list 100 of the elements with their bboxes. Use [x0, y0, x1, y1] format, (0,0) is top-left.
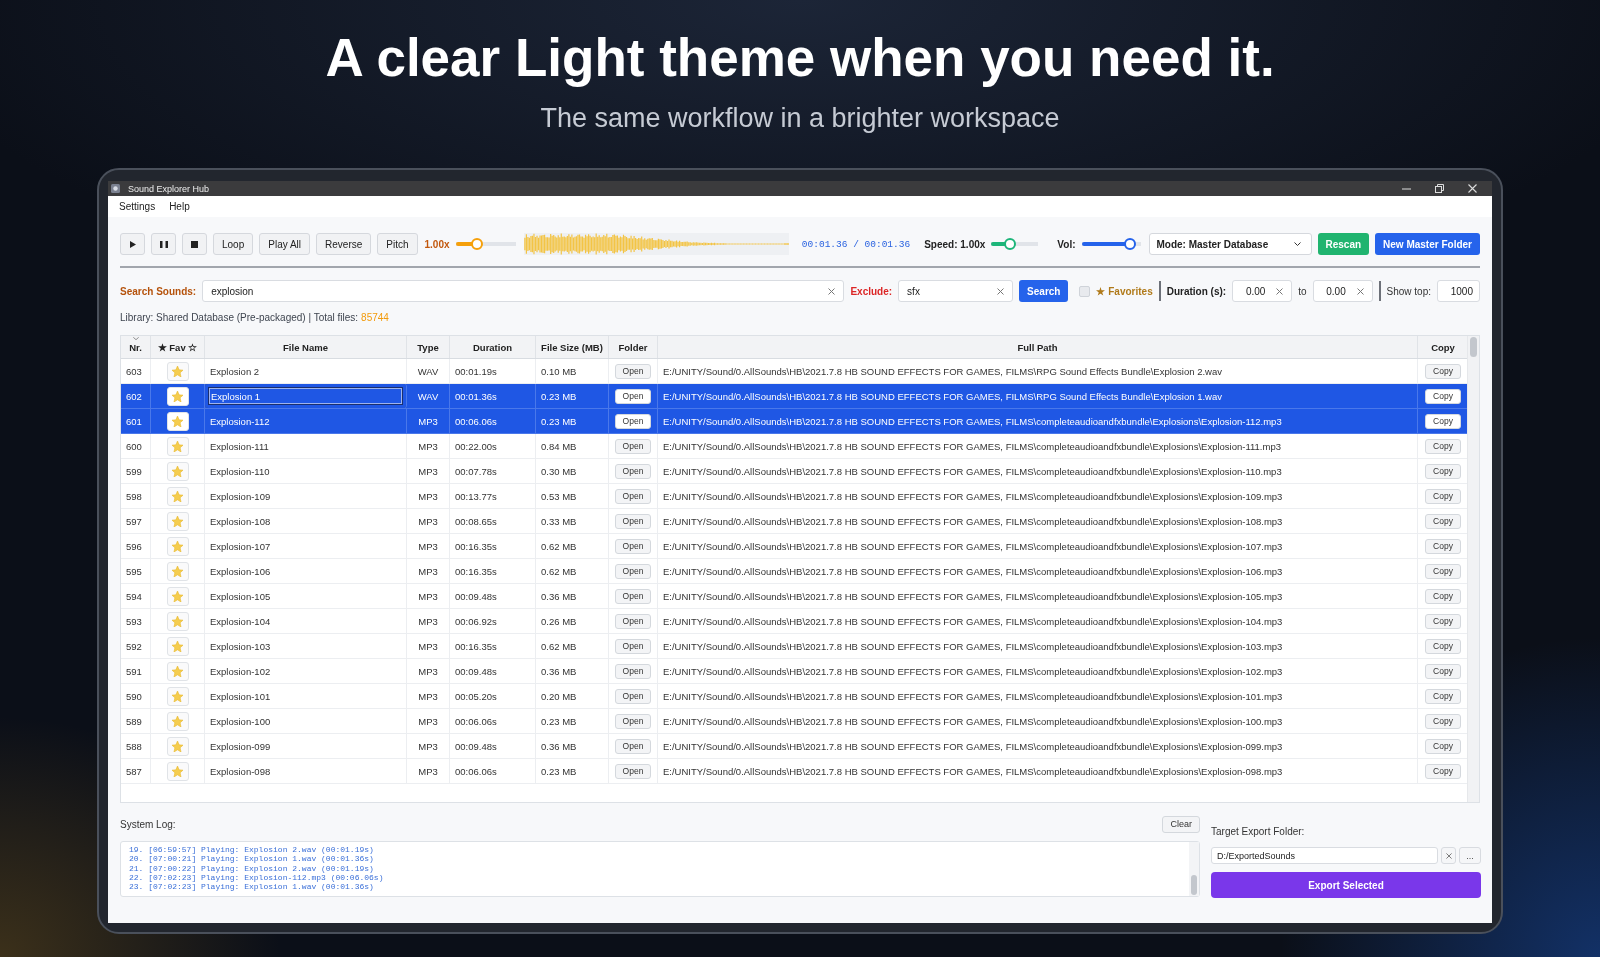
copy-path-button[interactable]: Copy	[1425, 588, 1461, 604]
clear-icon[interactable]	[997, 287, 1005, 295]
open-folder-button[interactable]: Open	[614, 438, 652, 454]
table-row[interactable]: 587 Explosion-098 MP3 00:06.06s 0.23 MB Open E:/UNITY/Sound/0.AllSounds\HB\2021.7.8 HB SOUND EFFECTS FOR GAMES, FILMS\completeaudioandfxbundle\Explosions\Explosion-098.mp3 Copy	[121, 759, 1467, 784]
search-field[interactable]: explosion	[202, 280, 845, 302]
exclude-field[interactable]: sfx	[898, 280, 1014, 302]
toolbar-button[interactable]: Pitch	[377, 233, 418, 255]
copy-path-button[interactable]: Copy	[1425, 638, 1461, 654]
file-name-cell[interactable]: Explosion-110	[205, 459, 407, 483]
favorites-label[interactable]: ★ Favorites	[1096, 285, 1153, 297]
browse-button[interactable]: ...	[1459, 847, 1481, 864]
open-folder-button[interactable]: Open	[614, 488, 652, 504]
open-folder-button[interactable]: Open	[614, 738, 652, 754]
file-name-cell[interactable]: Explosion-099	[205, 734, 407, 758]
file-name-cell[interactable]: Explosion-111	[205, 434, 407, 458]
column-header[interactable]: Full Path	[658, 336, 1418, 358]
table-row[interactable]: 599 Explosion-110 MP3 00:07.78s 0.30 MB Open E:/UNITY/Sound/0.AllSounds\HB\2021.7.8 HB SOUND EFFECTS FOR GAMES, FILMS\completeaudioandfxbundle\Explosions\Explosion-110.mp3 Copy	[121, 459, 1467, 484]
open-folder-button[interactable]: Open	[614, 563, 652, 579]
open-folder-button[interactable]: Open	[614, 463, 652, 479]
table-row[interactable]: 600 Explosion-111 MP3 00:22.00s 0.84 MB Open E:/UNITY/Sound/0.AllSounds\HB\2021.7.8 HB SOUND EFFECTS FOR GAMES, FILMS\completeaudioandfxbundle\Explosions\Explosion-111.mp3 Copy	[121, 434, 1467, 459]
column-header[interactable]: File Name	[205, 336, 407, 358]
file-name-cell[interactable]: Explosion 1	[205, 384, 407, 408]
open-folder-button[interactable]: Open	[614, 663, 652, 679]
clear-icon[interactable]	[1356, 287, 1364, 295]
copy-path-button[interactable]: Copy	[1425, 513, 1461, 529]
file-name-cell[interactable]: Explosion-105	[205, 584, 407, 608]
open-folder-button[interactable]: Open	[614, 613, 652, 629]
search-button[interactable]: Search	[1019, 280, 1069, 302]
export-folder-field[interactable]: D:/ExportedSounds	[1211, 847, 1438, 864]
duration-min-field[interactable]: 0.00	[1232, 280, 1293, 302]
favorite-button[interactable]	[166, 386, 189, 406]
copy-path-button[interactable]: Copy	[1425, 713, 1461, 729]
open-folder-button[interactable]: Open	[614, 588, 652, 604]
slider-thumb[interactable]	[1003, 238, 1016, 250]
menu-item[interactable]: Settings	[119, 201, 156, 212]
copy-path-button[interactable]: Copy	[1425, 413, 1461, 429]
table-row[interactable]: 601 Explosion-112 MP3 00:06.06s 0.23 MB Open E:/UNITY/Sound/0.AllSounds\HB\2021.7.8 HB SOUND EFFECTS FOR GAMES, FILMS\completeaudioandfxbundle\Explosions\Explosion-112.mp3 Copy	[121, 409, 1467, 434]
file-name-cell[interactable]: Explosion-103	[205, 634, 407, 658]
pause-button[interactable]	[151, 233, 176, 255]
copy-path-button[interactable]: Copy	[1425, 663, 1461, 679]
file-name-cell[interactable]: Explosion-109	[205, 484, 407, 508]
file-name-cell[interactable]: Explosion-107	[205, 534, 407, 558]
column-header[interactable]: ★ Fav ☆	[151, 336, 205, 358]
file-name-cell[interactable]: Explosion-106	[205, 559, 407, 583]
play-button[interactable]	[120, 233, 145, 255]
open-folder-button[interactable]: Open	[614, 638, 652, 654]
copy-path-button[interactable]: Copy	[1425, 563, 1461, 579]
minimize-icon[interactable]	[1402, 187, 1411, 190]
export-button[interactable]: Export Selected	[1211, 872, 1481, 898]
copy-path-button[interactable]: Copy	[1425, 763, 1461, 779]
open-folder-button[interactable]: Open	[614, 388, 652, 404]
file-name-cell[interactable]: Explosion-104	[205, 609, 407, 633]
file-name-cell[interactable]: Explosion-098	[205, 759, 407, 783]
file-name-cell[interactable]: Explosion-102	[205, 659, 407, 683]
slider-thumb[interactable]	[1123, 238, 1136, 250]
copy-path-button[interactable]: Copy	[1425, 438, 1461, 454]
close-icon[interactable]	[1468, 184, 1477, 193]
clear-icon[interactable]	[828, 287, 836, 295]
copy-path-button[interactable]: Copy	[1425, 463, 1461, 479]
table-row[interactable]: 588 Explosion-099 MP3 00:09.48s 0.36 MB Open E:/UNITY/Sound/0.AllSounds\HB\2021.7.8 HB SOUND EFFECTS FOR GAMES, FILMS\completeaudioandfxbundle\Explosions\Explosion-099.mp3 Copy	[121, 734, 1467, 759]
column-header[interactable]: Duration	[450, 336, 536, 358]
table-row[interactable]: 596 Explosion-107 MP3 00:16.35s 0.62 MB Open E:/UNITY/Sound/0.AllSounds\HB\2021.7.8 HB SOUND EFFECTS FOR GAMES, FILMS\completeaudioandfxbundle\Explosions\Explosion-107.mp3 Copy	[121, 534, 1467, 559]
stop-button[interactable]	[182, 233, 207, 255]
file-name-cell[interactable]: Explosion-112	[205, 409, 407, 433]
table-row[interactable]: 594 Explosion-105 MP3 00:09.48s 0.36 MB Open E:/UNITY/Sound/0.AllSounds\HB\2021.7.8 HB SOUND EFFECTS FOR GAMES, FILMS\completeaudioandfxbundle\Explosions\Explosion-105.mp3 Copy	[121, 584, 1467, 609]
open-folder-button[interactable]: Open	[614, 513, 652, 529]
file-name-cell[interactable]: Explosion-101	[205, 684, 407, 708]
open-folder-button[interactable]: Open	[614, 763, 652, 779]
table-row[interactable]: 602 Explosion 1 WAV 00:01.36s 0.23 MB Open E:/UNITY/Sound/0.AllSounds\HB\2021.7.8 HB SOUND EFFECTS FOR GAMES, FILMS\RPG Sound Effects Bundle\Explosion 1.wav Copy	[121, 384, 1467, 409]
action-button[interactable]: New Master Folder	[1375, 233, 1480, 255]
copy-path-button[interactable]: Copy	[1425, 363, 1461, 379]
file-name-cell[interactable]: Explosion-108	[205, 509, 407, 533]
copy-path-button[interactable]: Copy	[1425, 613, 1461, 629]
column-header[interactable]: Type	[407, 336, 450, 358]
file-name-cell[interactable]: Explosion 2	[205, 359, 407, 383]
table-row[interactable]: 591 Explosion-102 MP3 00:09.48s 0.36 MB Open E:/UNITY/Sound/0.AllSounds\HB\2021.7.8 HB SOUND EFFECTS FOR GAMES, FILMS\completeaudioandfxbundle\Explosions\Explosion-102.mp3 Copy	[121, 659, 1467, 684]
copy-path-button[interactable]: Copy	[1425, 488, 1461, 504]
scrollbar-thumb[interactable]	[1191, 875, 1197, 895]
scrollbar-track[interactable]	[1189, 842, 1199, 896]
clear-icon[interactable]	[1276, 287, 1284, 295]
toolbar-button[interactable]: Play All	[259, 233, 311, 255]
mode-dropdown[interactable]: Mode: Master Database	[1148, 233, 1312, 255]
toolbar-button[interactable]: Reverse	[316, 233, 372, 255]
show-top-field[interactable]: 1000	[1437, 280, 1480, 302]
scrollbar-track[interactable]	[1467, 336, 1479, 802]
favorite-button[interactable]	[166, 411, 189, 431]
open-folder-button[interactable]: Open	[614, 413, 652, 429]
table-row[interactable]: 598 Explosion-109 MP3 00:13.77s 0.53 MB Open E:/UNITY/Sound/0.AllSounds\HB\2021.7.8 HB SOUND EFFECTS FOR GAMES, FILMS\completeaudioandfxbundle\Explosions\Explosion-109.mp3 Copy	[121, 484, 1467, 509]
menu-item[interactable]: Help	[169, 201, 190, 212]
table-row[interactable]: 590 Explosion-101 MP3 00:05.20s 0.20 MB Open E:/UNITY/Sound/0.AllSounds\HB\2021.7.8 HB SOUND EFFECTS FOR GAMES, FILMS\completeaudioandfxbundle\Explosions\Explosion-101.mp3 Copy	[121, 684, 1467, 709]
table-row[interactable]: 595 Explosion-106 MP3 00:16.35s 0.62 MB Open E:/UNITY/Sound/0.AllSounds\HB\2021.7.8 HB SOUND EFFECTS FOR GAMES, FILMS\completeaudioandfxbundle\Explosions\Explosion-106.mp3 Copy	[121, 559, 1467, 584]
toolbar-button[interactable]: Loop	[213, 233, 254, 255]
scrollbar-thumb[interactable]	[1470, 337, 1477, 357]
table-row[interactable]: 603 Explosion 2 WAV 00:01.19s 0.10 MB Open E:/UNITY/Sound/0.AllSounds\HB\2021.7.8 HB SOUND EFFECTS FOR GAMES, FILMS\RPG Sound Effects Bundle\Explosion 2.wav Copy	[121, 359, 1467, 384]
column-header[interactable]: File Size (MB)	[536, 336, 609, 358]
open-folder-button[interactable]: Open	[614, 538, 652, 554]
slider-thumb[interactable]	[470, 238, 483, 250]
open-folder-button[interactable]: Open	[614, 713, 652, 729]
column-header[interactable]: Nr.	[121, 336, 151, 358]
open-folder-button[interactable]: Open	[614, 363, 652, 379]
